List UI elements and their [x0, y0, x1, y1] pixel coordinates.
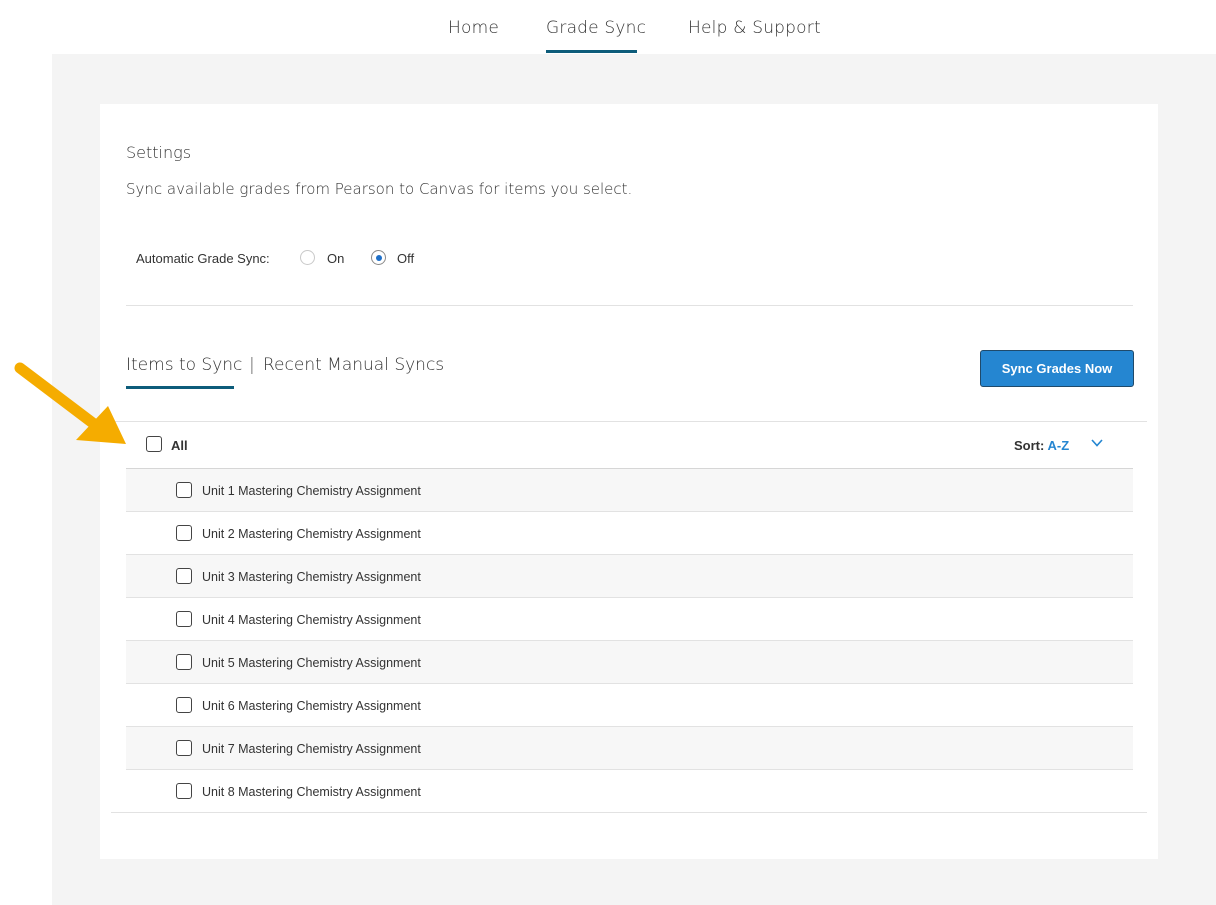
- item-label[interactable]: Unit 5 Mastering Chemistry Assignment: [202, 656, 421, 670]
- nav-home[interactable]: Home: [448, 18, 499, 38]
- item-label[interactable]: Unit 2 Mastering Chemistry Assignment: [202, 527, 421, 541]
- list-item: Unit 4 Mastering Chemistry Assignment: [126, 598, 1133, 641]
- list-item: Unit 3 Mastering Chemistry Assignment: [126, 555, 1133, 598]
- tab-separator: |: [249, 355, 255, 375]
- item-checkbox[interactable]: [176, 783, 192, 799]
- top-nav: Home Grade Sync Help & Support: [0, 0, 1216, 54]
- item-label[interactable]: Unit 7 Mastering Chemistry Assignment: [202, 742, 421, 756]
- items-list: Unit 1 Mastering Chemistry Assignment Un…: [126, 469, 1133, 813]
- tab-items-to-sync[interactable]: Items to Sync: [126, 355, 242, 375]
- nav-grade-sync[interactable]: Grade Sync: [546, 18, 646, 38]
- item-checkbox[interactable]: [176, 697, 192, 713]
- item-label[interactable]: Unit 3 Mastering Chemistry Assignment: [202, 570, 421, 584]
- list-item: Unit 6 Mastering Chemistry Assignment: [126, 684, 1133, 727]
- sort-value[interactable]: A-Z: [1047, 438, 1069, 453]
- divider: [126, 305, 1133, 306]
- settings-description: Sync available grades from Pearson to Ca…: [126, 180, 633, 198]
- tab-active-indicator: [126, 386, 234, 389]
- item-checkbox[interactable]: [176, 525, 192, 541]
- item-label[interactable]: Unit 4 Mastering Chemistry Assignment: [202, 613, 421, 627]
- radio-on[interactable]: [300, 250, 315, 265]
- select-all-checkbox[interactable]: [146, 436, 162, 452]
- sort-label: Sort:: [1014, 438, 1045, 453]
- list-item: Unit 1 Mastering Chemistry Assignment: [126, 469, 1133, 512]
- item-checkbox[interactable]: [176, 740, 192, 756]
- select-all-label[interactable]: All: [171, 438, 188, 453]
- list-item: Unit 7 Mastering Chemistry Assignment: [126, 727, 1133, 770]
- settings-title: Settings: [126, 143, 192, 162]
- arrow-pointer-icon: [14, 362, 126, 444]
- item-checkbox[interactable]: [176, 611, 192, 627]
- auto-sync-label: Automatic Grade Sync:: [136, 251, 270, 266]
- list-item: Unit 2 Mastering Chemistry Assignment: [126, 512, 1133, 555]
- item-label[interactable]: Unit 1 Mastering Chemistry Assignment: [202, 484, 421, 498]
- divider: [111, 812, 1147, 813]
- divider: [111, 421, 1147, 422]
- chevron-down-icon[interactable]: [1090, 436, 1104, 450]
- item-label[interactable]: Unit 6 Mastering Chemistry Assignment: [202, 699, 421, 713]
- sort-control[interactable]: Sort: A-Z: [1014, 438, 1069, 453]
- radio-on-label[interactable]: On: [327, 251, 344, 266]
- tab-recent-manual-syncs[interactable]: Recent Manual Syncs: [263, 355, 444, 375]
- item-checkbox[interactable]: [176, 654, 192, 670]
- nav-active-indicator: [546, 50, 637, 53]
- item-checkbox[interactable]: [176, 482, 192, 498]
- radio-off-label[interactable]: Off: [397, 251, 414, 266]
- nav-help-support[interactable]: Help & Support: [688, 18, 821, 38]
- sync-grades-now-button[interactable]: Sync Grades Now: [980, 350, 1134, 387]
- item-checkbox[interactable]: [176, 568, 192, 584]
- item-label[interactable]: Unit 8 Mastering Chemistry Assignment: [202, 785, 421, 799]
- list-item: Unit 5 Mastering Chemistry Assignment: [126, 641, 1133, 684]
- list-item: Unit 8 Mastering Chemistry Assignment: [126, 770, 1133, 813]
- radio-off[interactable]: [371, 250, 386, 265]
